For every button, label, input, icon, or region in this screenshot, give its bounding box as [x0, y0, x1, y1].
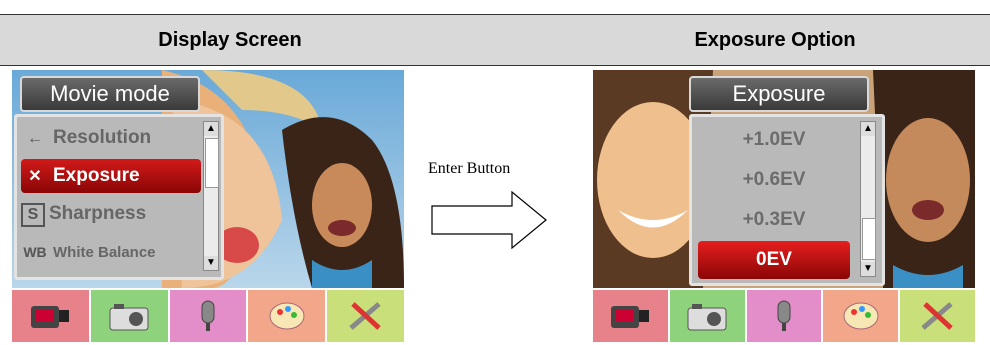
menu-scrollbar[interactable]: ▲ ▼ [203, 121, 219, 271]
tab-voice[interactable] [169, 290, 249, 342]
camcorder-icon [31, 306, 70, 328]
scroll-up-icon[interactable]: ▲ [861, 122, 875, 136]
white-balance-icon: WB [23, 244, 47, 260]
mode-tabbar [593, 290, 975, 342]
right-arrow-icon [431, 190, 547, 250]
tab-camera[interactable] [90, 290, 170, 342]
menu-list: ← Resolution ✕ Exposure S Sharpness WB White… [14, 114, 224, 280]
exposure-icon: ✕ [28, 168, 42, 185]
menu-item-sharpness[interactable]: S Sharpness [21, 197, 201, 231]
tools-icon [348, 302, 381, 330]
tab-settings[interactable] [900, 290, 975, 342]
tab-movie[interactable] [12, 290, 91, 342]
scroll-thumb[interactable] [205, 138, 219, 188]
menu-item-resolution[interactable]: ← Resolution [21, 121, 201, 155]
ev-option-plus-0-6[interactable]: +0.6EV [698, 161, 850, 199]
microphone-icon [777, 300, 791, 331]
tab-playback[interactable] [823, 290, 901, 342]
exposure-list: +1.0EV +0.6EV +0.3EV 0EV ▲ ▼ [689, 114, 885, 286]
sharpness-icon: S [21, 203, 45, 227]
header-display-screen: Display Screen [158, 29, 302, 51]
tab-playback[interactable] [248, 290, 328, 342]
ev-option-0[interactable]: 0EV [698, 241, 850, 279]
menu-item-exposure[interactable]: ✕ Exposure [21, 159, 201, 193]
scroll-thumb[interactable] [862, 218, 876, 260]
palette-icon [269, 302, 305, 330]
header-row: Display Screen Exposure Option [0, 14, 990, 66]
mode-tabbar [12, 290, 404, 342]
palette-icon [843, 302, 879, 330]
arrow-left-icon: ← [27, 130, 43, 147]
tools-icon [920, 302, 953, 330]
tab-settings[interactable] [327, 290, 404, 342]
tab-voice[interactable] [746, 290, 824, 342]
scroll-down-icon[interactable]: ▼ [861, 262, 875, 276]
ev-option-plus-1-0[interactable]: +1.0EV [698, 121, 850, 159]
microphone-icon [201, 300, 215, 331]
scroll-down-icon[interactable]: ▼ [204, 256, 218, 270]
ev-option-plus-0-3[interactable]: +0.3EV [698, 201, 850, 239]
camcorder-icon [611, 306, 650, 328]
header-exposure-option: Exposure Option [694, 29, 856, 51]
exposure-screen: Exposure +1.0EV +0.6EV +0.3EV 0EV ▲ ▼ [593, 70, 975, 342]
menu-title: Exposure [689, 76, 869, 112]
tab-camera[interactable] [669, 290, 747, 342]
camera-icon [687, 304, 727, 331]
menu-title: Movie mode [20, 76, 200, 112]
display-screen: Movie mode ← Resolution ✕ Exposure S Sharpn… [12, 70, 404, 342]
tab-movie[interactable] [593, 290, 670, 342]
exposure-scrollbar[interactable]: ▲ ▼ [860, 121, 876, 277]
enter-button-label: Enter Button [428, 160, 511, 177]
scroll-up-icon[interactable]: ▲ [204, 122, 218, 136]
camera-icon [109, 304, 149, 331]
menu-item-white-balance[interactable]: WB White Balance [21, 235, 201, 269]
